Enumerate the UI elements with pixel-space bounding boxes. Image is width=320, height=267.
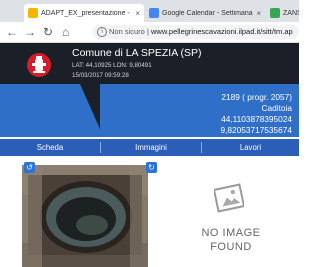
browser-toolbar: ← → ↻ ⌂ i Non sicuro | www.pellegrinescav… [0, 22, 299, 43]
close-tab-icon[interactable]: × [135, 9, 140, 18]
security-label: Non sicuro [109, 27, 145, 36]
reload-icon[interactable]: ↻ [43, 24, 53, 40]
image-placeholder-icon [214, 183, 244, 213]
record-longitude: 9,82053717535674 [220, 125, 292, 135]
rotate-right-icon[interactable]: ↻ [146, 162, 157, 173]
no-image-line1: NO IMAGE [201, 227, 261, 239]
record-id: 2189 ( progr. 2057) [221, 92, 292, 102]
header-wedge [80, 84, 100, 129]
manhole-photo[interactable] [22, 165, 148, 267]
browser-tab-title: Google Calendar - Settimana di [162, 9, 254, 17]
tab-lavori[interactable]: Lavori [202, 139, 299, 156]
back-arrow-icon[interactable]: ← [6, 24, 18, 40]
url-text: www.pellegrinescavazioni.ilpad.it/sitt/t… [150, 27, 293, 36]
browser-tab-drive[interactable]: ZANS [266, 4, 299, 22]
record-title: Comune di LA SPEZIA (SP) [72, 47, 202, 59]
slides-icon [28, 8, 38, 18]
hydrant-icon [27, 53, 51, 77]
rotate-left-icon[interactable]: ↺ [24, 162, 35, 173]
no-image-line2: FOUND [210, 241, 252, 253]
address-bar[interactable]: i Non sicuro | www.pellegrinescavazioni.i… [92, 25, 299, 39]
browser-tab-presentation[interactable]: ADAPT_EX_presentazione - Go × [24, 4, 144, 22]
info-icon: i [97, 27, 107, 38]
close-tab-icon[interactable]: × [256, 9, 261, 18]
browser-tab-calendar[interactable]: Google Calendar - Settimana di × [145, 4, 265, 22]
forward-arrow-icon[interactable]: → [24, 24, 36, 40]
record-latitude: 44,1103878395024 [221, 114, 292, 124]
drive-icon [270, 8, 280, 18]
timestamp: 15/03/2017 09:59:28 [72, 72, 129, 79]
coordinates-line: LAT: 44,10925 LON: 9,80491 [72, 62, 152, 69]
browser-tab-title: ZANS [283, 9, 299, 17]
calendar-icon [149, 8, 159, 18]
browser-tab-title: ADAPT_EX_presentazione - Go [41, 9, 133, 17]
home-icon[interactable]: ⌂ [62, 24, 69, 40]
no-image-placeholder: NO IMAGE FOUND [186, 180, 276, 266]
tab-immagini[interactable]: Immagini [101, 139, 201, 156]
section-tabs: Scheda Immagini Lavori [0, 139, 299, 156]
tab-scheda[interactable]: Scheda [0, 139, 100, 156]
record-type: Caditoia [261, 103, 292, 113]
browser-tab-strip: ADAPT_EX_presentazione - Go × Google Cal… [0, 0, 299, 22]
